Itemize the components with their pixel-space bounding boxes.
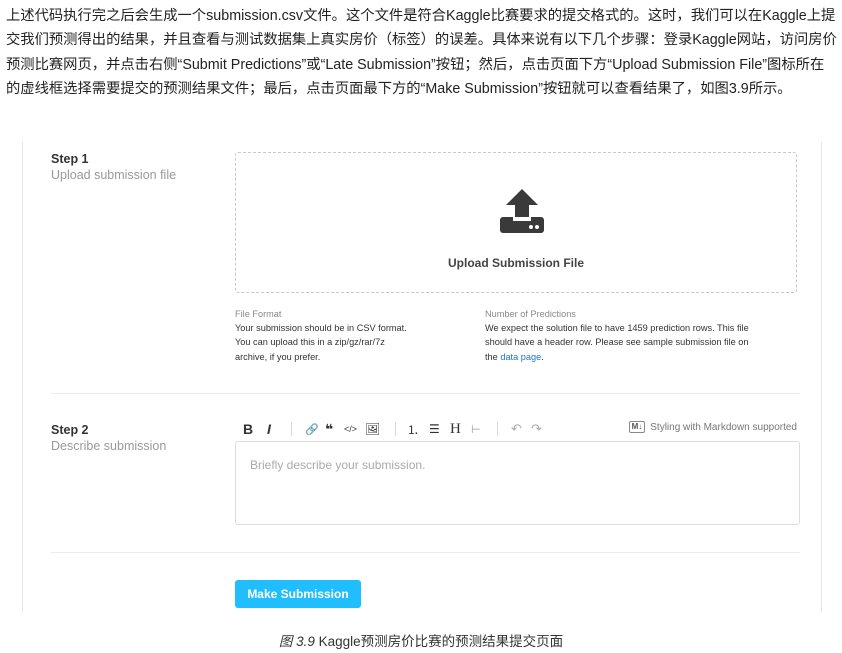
markdown-note: M↓ Styling with Markdown supported [628,421,797,433]
toolbar-separator [497,422,498,436]
bold-button[interactable]: B [243,420,253,438]
data-page-link[interactable]: data page [500,352,541,362]
file-format-info: File Format Your submission should be in… [235,307,475,364]
num-predictions-line: the data page. [485,350,797,364]
figure-caption: 图 3.9 Kaggle预测房价比赛的预测结果提交页面 [0,630,842,650]
heading-icon[interactable]: H [450,420,461,438]
ordered-list-icon[interactable]: ⒈ [407,420,419,438]
markdown-note-text: Styling with Markdown supported [650,421,797,433]
undo-icon[interactable]: ↶ [511,420,522,438]
description-input[interactable] [235,441,800,525]
step1-title: Step 1 [51,152,89,166]
image-icon[interactable]: 🖼 [365,420,380,438]
intro-paragraph: 上述代码执行完之后会生成一个submission.csv文件。这个文件是符合Ka… [6,8,837,97]
num-predictions-suffix: . [541,351,544,362]
toolbar-separator [291,422,292,436]
markdown-toolbar: B I 🔗 ❝ </> 🖼 ⒈ ☰ H ⊢ ↶ ↷ M↓ Styling wit… [235,420,797,440]
code-icon[interactable]: </> [344,420,357,438]
step-divider [51,552,800,553]
redo-icon[interactable]: ↷ [531,420,542,438]
step2-title: Step 2 [51,423,89,437]
num-predictions-prefix: the [485,351,501,362]
upload-icon[interactable] [500,189,544,233]
link-icon[interactable]: 🔗 [305,420,319,438]
num-predictions-info: Number of Predictions We expect the solu… [485,307,797,364]
file-format-heading: File Format [235,309,282,319]
step-divider [51,393,800,394]
num-predictions-line: We expect the solution file to have 1459… [485,323,749,334]
toolbar-separator [395,422,396,436]
step1-subtitle: Upload submission file [51,168,177,182]
file-format-line: archive, if you prefer. [235,351,321,362]
num-predictions-heading: Number of Predictions [485,309,576,319]
submission-panel: Step 1 Upload submission file Upload Sub… [22,142,822,612]
upload-dropzone[interactable]: Upload Submission File [235,152,797,293]
step2-subtitle: Describe submission [51,439,167,453]
quote-icon[interactable]: ❝ [325,420,333,438]
caption-text: Kaggle预测房价比赛的预测结果提交页面 [318,634,564,649]
file-format-line: You can upload this in a zip/gz/rar/7z [235,337,385,348]
upload-label[interactable]: Upload Submission File [236,256,796,270]
italic-button[interactable]: I [267,420,271,438]
horizontal-rule-icon[interactable]: ⊢ [471,420,481,438]
bullet-list-icon[interactable]: ☰ [429,420,440,438]
num-predictions-line: should have a header row. Please see sam… [485,337,749,348]
make-submission-button[interactable]: Make Submission [235,580,361,608]
file-format-line: Your submission should be in CSV format. [235,323,407,334]
figure-number: 图 3.9 [278,634,315,649]
markdown-icon: M↓ [628,421,646,433]
